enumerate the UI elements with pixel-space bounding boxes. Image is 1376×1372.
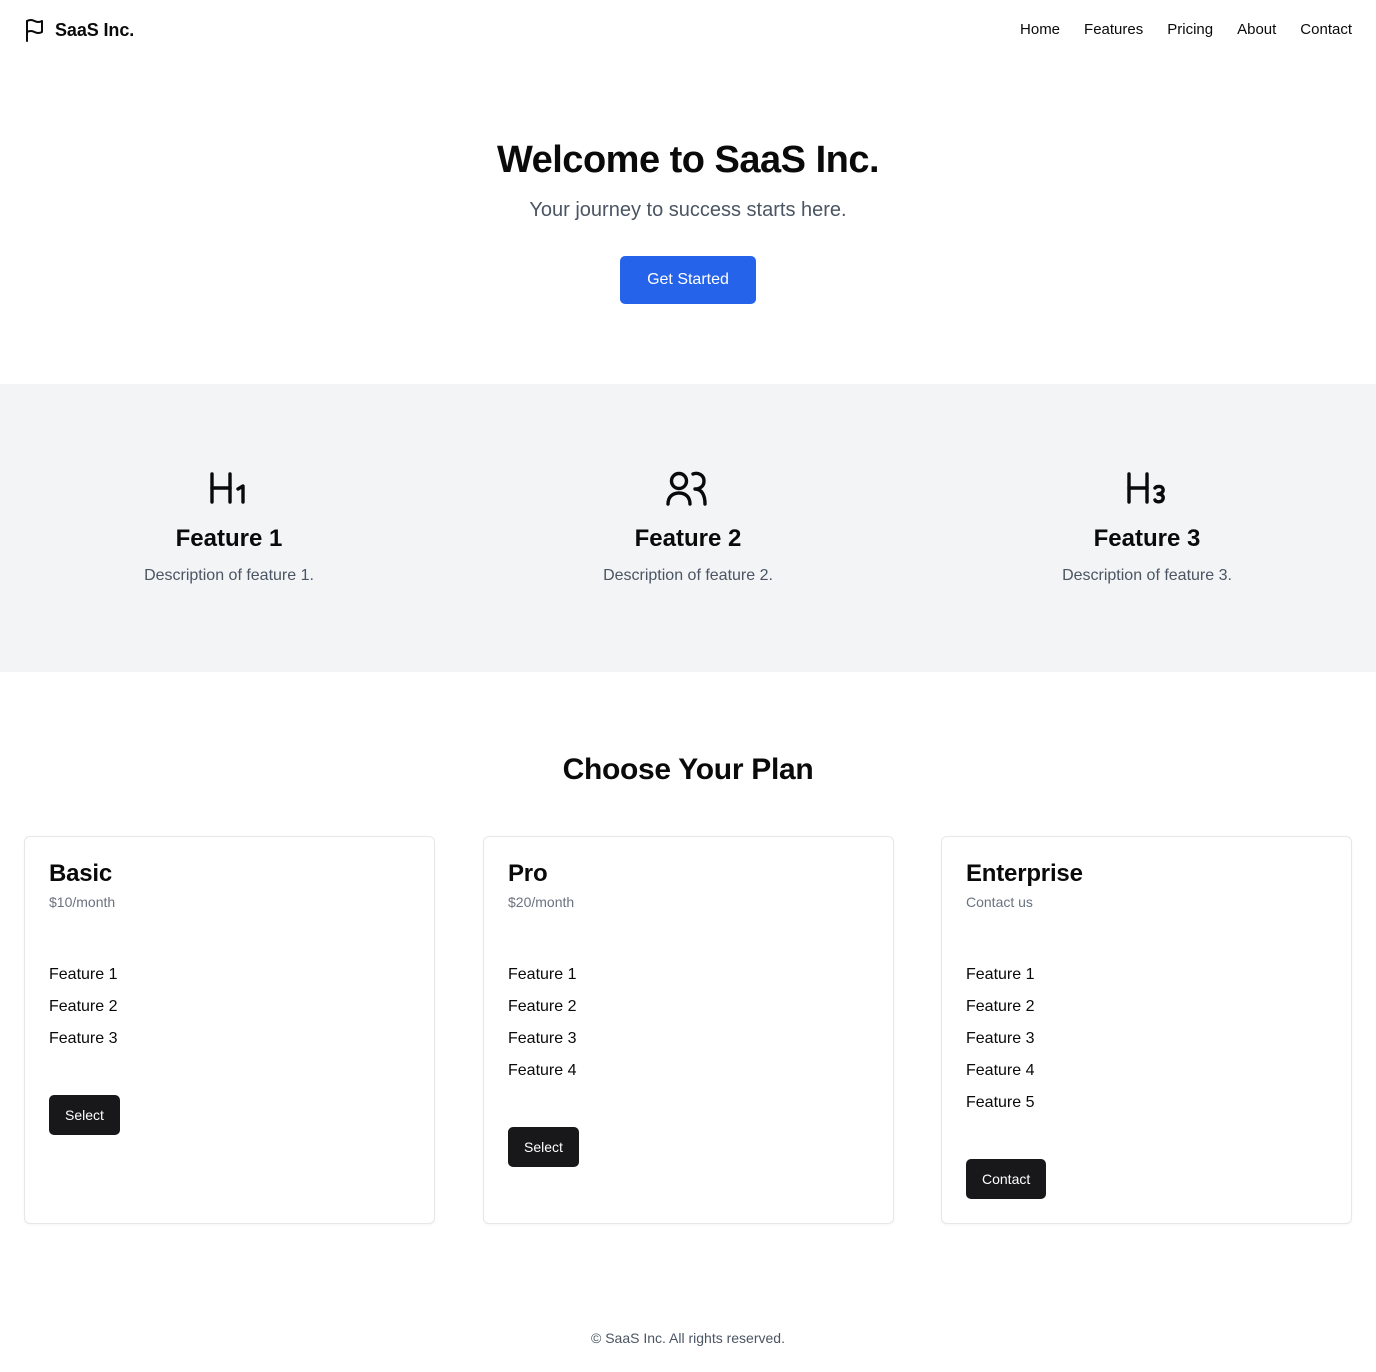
feature-description: Description of feature 2.	[603, 567, 773, 584]
nav-link-contact[interactable]: Contact	[1300, 18, 1352, 42]
feature-title: Feature 3	[1093, 525, 1201, 552]
get-started-button[interactable]: Get Started	[620, 256, 756, 304]
plan-feature-item: Feature 3	[966, 1030, 1035, 1047]
heading-3-icon	[937, 468, 1357, 508]
plan-feature-item: Feature 1	[49, 966, 118, 983]
plan-name: Enterprise	[966, 860, 1083, 887]
main-nav: Home Features Pricing About Contact	[1020, 18, 1352, 42]
plan-feature-item: Feature 4	[508, 1062, 577, 1079]
plan-feature-list: Feature 1 Feature 2 Feature 3	[49, 959, 117, 1055]
heading-1-icon	[19, 468, 439, 508]
site-header: SaaS Inc. Home Features Pricing About Co…	[0, 0, 1376, 60]
feature-card: Feature 1 Description of feature 1.	[19, 468, 439, 588]
plan-feature-list: Feature 1 Feature 2 Feature 3 Feature 4 …	[966, 959, 1034, 1119]
footer-copyright: © SaaS Inc. All rights reserved.	[591, 1330, 785, 1346]
brand[interactable]: SaaS Inc.	[24, 16, 134, 44]
nav-link-home[interactable]: Home	[1020, 18, 1060, 42]
feature-card: Feature 3 Description of feature 3.	[937, 468, 1357, 588]
feature-description: Description of feature 1.	[144, 567, 314, 584]
nav-link-features[interactable]: Features	[1084, 18, 1143, 42]
plan-feature-item: Feature 3	[49, 1030, 118, 1047]
plan-name: Pro	[508, 860, 548, 887]
nav-link-about[interactable]: About	[1237, 18, 1276, 42]
select-basic-button[interactable]: Select	[49, 1095, 120, 1135]
plan-feature-item: Feature 2	[508, 998, 577, 1015]
plan-price: Contact us	[966, 894, 1033, 910]
hero-section: Welcome to SaaS Inc. Your journey to suc…	[0, 60, 1376, 384]
plan-feature-item: Feature 2	[966, 998, 1035, 1015]
users-icon	[478, 468, 898, 508]
pricing-card-pro: Pro $20/month Feature 1 Feature 2 Featur…	[483, 836, 894, 1224]
brand-name: SaaS Inc.	[55, 19, 135, 40]
plan-feature-list: Feature 1 Feature 2 Feature 3 Feature 4	[508, 959, 576, 1087]
plan-feature-item: Feature 1	[508, 966, 577, 983]
hero-subtitle: Your journey to success starts here.	[529, 199, 847, 221]
feature-description: Description of feature 3.	[1062, 567, 1232, 584]
feature-title: Feature 1	[175, 525, 283, 552]
hero-title: Welcome to SaaS Inc.	[496, 139, 880, 181]
select-pro-button[interactable]: Select	[508, 1127, 579, 1167]
contact-enterprise-button[interactable]: Contact	[966, 1159, 1047, 1199]
pricing-title: Choose Your Plan	[562, 753, 814, 786]
features-section: Feature 1 Description of feature 1. Feat…	[0, 384, 1376, 672]
flag-icon	[24, 18, 46, 42]
pricing-card-enterprise: Enterprise Contact us Feature 1 Feature …	[941, 836, 1352, 1224]
plan-price: $10/month	[49, 894, 116, 910]
feature-card: Feature 2 Description of feature 2.	[478, 468, 898, 588]
nav-link-pricing[interactable]: Pricing	[1167, 18, 1213, 42]
plan-price: $20/month	[508, 894, 575, 910]
feature-title: Feature 2	[634, 525, 742, 552]
plan-feature-item: Feature 5	[966, 1094, 1035, 1111]
pricing-card-basic: Basic $10/month Feature 1 Feature 2 Feat…	[24, 836, 435, 1224]
plan-feature-item: Feature 3	[508, 1030, 577, 1047]
plan-name: Basic	[49, 860, 113, 887]
plan-feature-item: Feature 1	[966, 966, 1035, 983]
plan-feature-item: Feature 2	[49, 998, 118, 1015]
plan-feature-item: Feature 4	[966, 1062, 1035, 1079]
